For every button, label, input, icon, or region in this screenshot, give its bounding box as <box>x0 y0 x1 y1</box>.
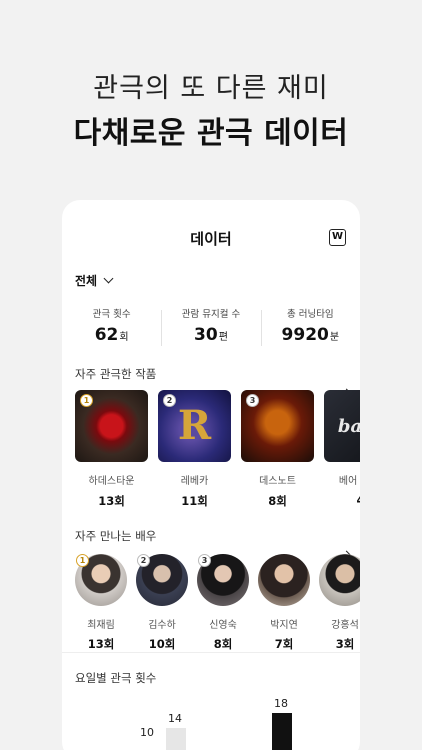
won-icon[interactable]: W <box>329 229 346 246</box>
weekday-chart: 10 14 18 <box>62 680 360 750</box>
actors-section-title: 자주 만나는 배우 <box>75 529 157 543</box>
work-name: 베어 더 뮤 <box>338 476 360 487</box>
data-card: 데이터 W 전체 관극 횟수 62회 관람 뮤지컬 수 30편 총 러닝타임 9… <box>62 200 360 750</box>
actor-name: 강홍석 <box>331 620 359 631</box>
stat-value: 30 <box>194 325 218 345</box>
card-title: 데이터 <box>190 230 232 248</box>
section-divider <box>62 652 360 653</box>
actor-item[interactable]: 3 신영숙 8회 <box>197 554 249 652</box>
filter-dropdown[interactable]: 전체 <box>75 272 114 289</box>
work-item[interactable]: bare 베어 더 뮤 4 <box>324 390 360 509</box>
hero-subtitle: 관극의 또 다른 재미 <box>93 73 329 104</box>
avatar: 2 <box>136 554 188 606</box>
work-count: 11회 <box>181 494 208 508</box>
weekday-bar-label: 10 <box>140 726 154 739</box>
stat-unit: 편 <box>218 332 228 343</box>
work-count: 4 <box>324 493 360 507</box>
avatar <box>258 554 310 606</box>
work-item[interactable]: 1 하데스타운 13회 <box>75 390 148 509</box>
chevron-down-icon <box>103 273 114 284</box>
stat-unit: 회 <box>119 332 129 343</box>
works-section-title: 자주 관극한 작품 <box>75 367 157 381</box>
actor-item[interactable]: 박지연 7회 <box>258 554 310 652</box>
actor-name: 신영숙 <box>209 620 237 631</box>
stat-watch-count: 관극 횟수 62회 <box>62 304 161 352</box>
avatar <box>319 554 360 606</box>
actor-name: 박지연 <box>270 620 298 631</box>
poster-image: 3 <box>241 390 314 462</box>
stat-musical-count: 관람 뮤지컬 수 30편 <box>161 304 260 352</box>
stat-running-time: 총 러닝타임 9920분 <box>260 304 360 352</box>
works-list: 1 하데스타운 13회 2 R 레베카 11회 3 데스노트 8회 bare 베… <box>75 390 360 509</box>
actor-item[interactable]: 1 최재림 13회 <box>75 554 127 652</box>
stat-label: 총 러닝타임 <box>286 309 334 320</box>
actor-count: 8회 <box>213 637 233 651</box>
work-item[interactable]: 2 R 레베카 11회 <box>158 390 231 509</box>
stats-summary: 관극 횟수 62회 관람 뮤지컬 수 30편 총 러닝타임 9920분 <box>62 304 360 352</box>
work-item[interactable]: 3 데스노트 8회 <box>241 390 314 509</box>
work-name: 하데스타운 <box>88 476 135 487</box>
rank-badge: 3 <box>198 554 211 567</box>
rank-badge: 1 <box>76 554 89 567</box>
poster-image: bare <box>324 390 360 462</box>
poster-image: 1 <box>75 390 148 462</box>
stat-unit: 분 <box>329 332 340 343</box>
work-count: 13회 <box>98 494 125 508</box>
actor-count: 10회 <box>148 637 176 651</box>
stat-label: 관극 횟수 <box>92 309 131 320</box>
poster-logo: R <box>177 402 212 449</box>
avatar: 1 <box>75 554 127 606</box>
actor-item[interactable]: 강홍석 3회 <box>319 554 360 652</box>
actor-count: 7회 <box>274 637 294 651</box>
weekday-bar <box>138 742 158 750</box>
stat-value: 62 <box>94 325 119 345</box>
weekday-bar <box>166 727 186 750</box>
work-name: 데스노트 <box>259 476 296 487</box>
actor-count: 3회 <box>335 637 355 651</box>
hero-title: 다채로운 관극 데이터 <box>73 116 349 151</box>
stat-value: 9920 <box>281 325 329 345</box>
weekday-bar <box>272 713 292 750</box>
poster-image: 2 R <box>158 390 231 462</box>
stat-label: 관람 뮤지컬 수 <box>181 309 241 320</box>
actors-list: 1 최재림 13회 2 김수하 10회 3 신영숙 8회 박지연 7회 강홍석 <box>75 554 360 652</box>
weekday-bar-label: 18 <box>274 697 288 711</box>
rank-badge: 1 <box>80 394 93 407</box>
work-count: 8회 <box>268 494 287 508</box>
filter-label: 전체 <box>75 274 98 288</box>
avatar: 3 <box>197 554 249 606</box>
rank-badge: 2 <box>137 554 150 567</box>
actor-item[interactable]: 2 김수하 10회 <box>136 554 188 652</box>
actor-name: 최재림 <box>87 620 115 631</box>
work-name: 레베카 <box>180 476 209 487</box>
poster-logo: bare <box>337 416 360 437</box>
actor-name: 김수하 <box>148 620 176 631</box>
actor-count: 13회 <box>87 637 115 651</box>
rank-badge: 3 <box>246 394 259 407</box>
weekday-bar-label: 14 <box>168 711 182 725</box>
